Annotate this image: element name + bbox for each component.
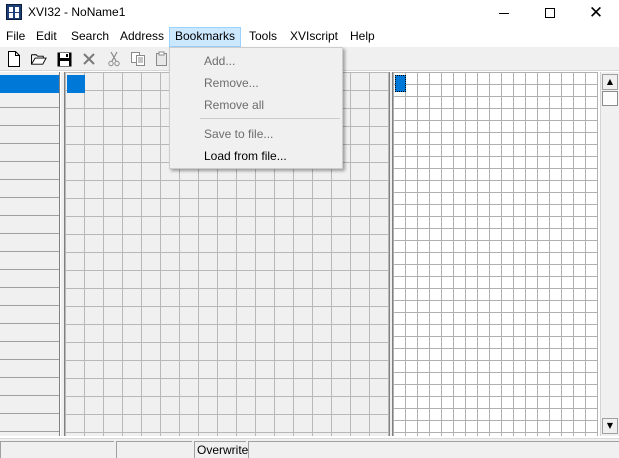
address-selected-row	[0, 75, 59, 93]
scroll-thumb[interactable]	[602, 91, 618, 106]
open-folder-icon[interactable]	[31, 51, 47, 67]
vertical-scrollbar[interactable]: ▲ ▼	[600, 72, 619, 436]
menu-item-remove-all: Remove all	[204, 98, 265, 112]
status-panel-position	[0, 441, 114, 458]
close-icon: ✕	[588, 2, 604, 23]
menu-item-load-from-file[interactable]: Load from file...	[204, 146, 287, 166]
bookmarks-dropdown-menu: Add... Remove... Remove all Save to file…	[169, 47, 343, 169]
menu-bar: File Edit Search Address Bookmarks Tools…	[0, 27, 619, 47]
scroll-down-arrow-icon[interactable]: ▼	[602, 418, 618, 434]
menu-separator	[200, 118, 340, 119]
menu-tools[interactable]: Tools	[243, 27, 283, 47]
hex-editor-app-icon[interactable]	[6, 4, 22, 20]
new-file-icon[interactable]	[6, 51, 22, 67]
menu-bookmarks[interactable]: Bookmarks	[169, 27, 242, 47]
minimize-button[interactable]	[481, 0, 527, 26]
menu-item-save-to-file: Save to file...	[204, 127, 274, 141]
menu-edit[interactable]: Edit	[30, 27, 63, 47]
title-bar: XVI32 - NoName1 ✕	[0, 0, 619, 26]
status-panel-info	[248, 441, 619, 458]
status-bar: Overwrite	[0, 438, 619, 458]
text-cursor-cell	[395, 75, 406, 92]
menu-search[interactable]: Search	[65, 27, 115, 47]
status-panel-value	[116, 441, 192, 458]
paste-icon	[154, 51, 170, 67]
maximize-icon	[545, 8, 555, 18]
menu-xviscript[interactable]: XVIscript	[284, 27, 344, 47]
minimize-icon	[499, 12, 509, 14]
text-grid[interactable]	[392, 72, 598, 436]
save-icon[interactable]	[56, 51, 72, 67]
maximize-button[interactable]	[527, 0, 573, 26]
address-column[interactable]	[0, 72, 60, 436]
scroll-up-arrow-icon[interactable]: ▲	[602, 74, 618, 90]
menu-help[interactable]: Help	[344, 27, 381, 47]
cut-scissors-icon	[106, 51, 122, 67]
hex-cursor-cell	[67, 75, 85, 93]
delete-x-icon	[81, 51, 97, 67]
status-panel-mode: Overwrite	[194, 441, 248, 458]
window-title: XVI32 - NoName1	[28, 5, 126, 19]
menu-address[interactable]: Address	[114, 27, 170, 47]
menu-item-add: Add...	[204, 54, 236, 68]
menu-file[interactable]: File	[0, 27, 31, 47]
copy-icon	[130, 51, 146, 67]
close-button[interactable]: ✕	[573, 0, 619, 26]
menu-item-remove: Remove...	[204, 76, 259, 90]
